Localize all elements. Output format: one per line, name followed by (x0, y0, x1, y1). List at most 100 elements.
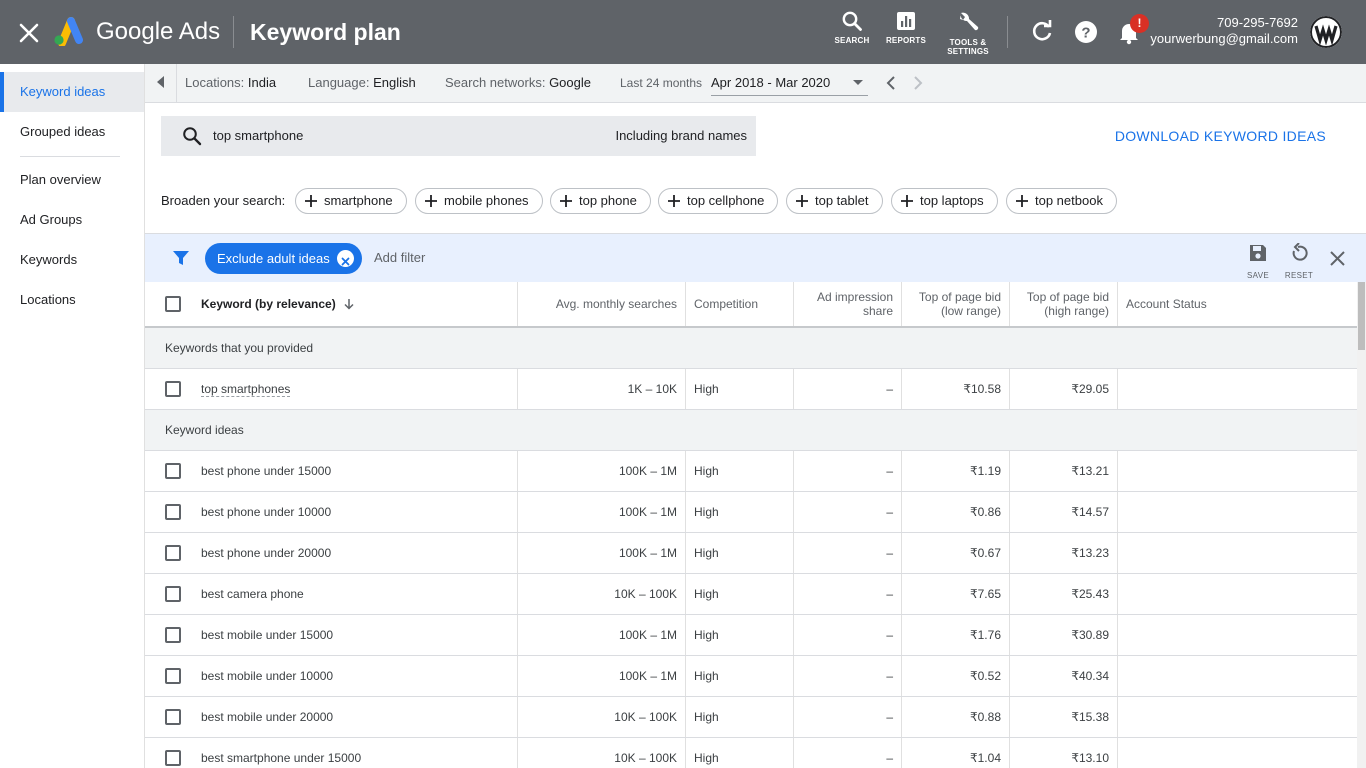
table-row[interactable]: best phone under 15000 100K – 1M High – ₹1.1… (145, 451, 1357, 492)
left-navigation: Keyword ideas Grouped ideas Plan overvie… (0, 64, 145, 768)
download-keyword-ideas-button[interactable]: DOWNLOAD KEYWORD IDEAS (1115, 128, 1326, 144)
cell-impression-share-text: – (886, 669, 893, 683)
header-bid-high[interactable]: Top of page bid (high range) (1010, 282, 1118, 326)
sidebar-item-locations[interactable]: Locations (0, 280, 144, 320)
cell-impression-share: – (794, 533, 902, 573)
broaden-chip[interactable]: top laptops (891, 188, 998, 214)
help-icon[interactable]: ? (1072, 18, 1100, 46)
cell-bid-high: ₹13.21 (1010, 451, 1118, 491)
collapse-sidebar-button[interactable] (145, 64, 177, 102)
language-value: English (373, 75, 416, 90)
cell-account-status (1118, 533, 1357, 573)
refresh-icon[interactable] (1028, 18, 1056, 46)
cell-searches-text: 10K – 100K (614, 751, 677, 765)
search-card: top smartphone Including brand names DOW… (145, 103, 1366, 234)
cell-keyword: best phone under 15000 (145, 451, 518, 491)
cell-keyword-text: best smartphone under 15000 (201, 751, 362, 765)
broaden-chip[interactable]: top tablet (786, 188, 883, 214)
header-searches[interactable]: Avg. monthly searches (518, 282, 686, 326)
previous-period-icon[interactable] (884, 75, 898, 91)
cell-account-status (1118, 738, 1357, 768)
cell-keyword-text: best mobile under 10000 (201, 669, 334, 683)
cell-account-status (1118, 492, 1357, 532)
table-row[interactable]: best mobile under 20000 10K – 100K High – ₹0… (145, 697, 1357, 738)
account-info[interactable]: 709-295-7692 yourwerbung@gmail.com (1150, 15, 1298, 47)
broaden-chip[interactable]: top netbook (1006, 188, 1117, 214)
search-networks-selector[interactable]: Search networks: Google (445, 75, 591, 90)
next-period-icon[interactable] (911, 75, 925, 91)
table-row[interactable]: best smartphone under 15000 10K – 100K Hig… (145, 738, 1357, 768)
cell-impression-share: – (794, 369, 902, 409)
avatar[interactable] (1310, 16, 1342, 48)
cell-account-status (1118, 369, 1357, 409)
cell-competition: High (686, 697, 794, 737)
date-range-dropdown[interactable]: Apr 2018 - Mar 2020 (711, 72, 868, 96)
reports-icon (897, 12, 915, 30)
cell-impression-share: – (794, 738, 902, 768)
sidebar-item-plan-overview[interactable]: Plan overview (0, 160, 144, 200)
top-app-bar: Google Ads Keyword plan SEARCH REPORTS T… (0, 0, 1366, 64)
cell-bid-low-text: ₹0.67 (970, 546, 1001, 560)
table-row[interactable]: best phone under 10000 100K – 1M High – ₹0.8… (145, 492, 1357, 533)
broaden-chip[interactable]: mobile phones (415, 188, 543, 214)
remove-filter-button[interactable] (337, 250, 354, 267)
cell-searches-text: 1K – 10K (627, 382, 677, 396)
svg-text:?: ? (1081, 25, 1090, 42)
close-icon[interactable] (18, 20, 40, 44)
exclude-adult-ideas-chip[interactable]: Exclude adult ideas (205, 243, 362, 274)
cell-bid-low: ₹10.58 (902, 369, 1010, 409)
sidebar-item-ad-groups[interactable]: Ad Groups (0, 200, 144, 240)
search-query: top smartphone (213, 128, 304, 143)
broaden-chip[interactable]: top phone (550, 188, 651, 214)
filter-funnel-icon[interactable] (173, 250, 189, 266)
sidebar-item-keyword-ideas[interactable]: Keyword ideas (0, 72, 144, 112)
cell-impression-share: – (794, 451, 902, 491)
search-tool-button[interactable]: SEARCH (832, 10, 872, 45)
divider (233, 16, 234, 48)
header-keyword[interactable]: Keyword (by relevance) (145, 282, 518, 326)
table-row[interactable]: top smartphones 1K – 10K High – ₹10.58 ₹29.05 (145, 369, 1357, 410)
header-competition[interactable]: Competition (686, 282, 794, 326)
broaden-chip[interactable]: top cellphone (658, 188, 779, 214)
header-impression-share[interactable]: Ad impression share (794, 282, 902, 326)
cell-bid-high: ₹30.89 (1010, 615, 1118, 655)
reset-button[interactable]: RESET (1284, 242, 1314, 280)
add-filter-button[interactable]: Add filter (374, 250, 425, 265)
cell-keyword-text[interactable]: top smartphones (201, 382, 291, 397)
table-row[interactable]: best camera phone 10K – 100K High – ₹7.65 ₹25… (145, 574, 1357, 615)
reset-icon (1292, 242, 1308, 261)
language-selector[interactable]: Language: English (308, 75, 416, 90)
select-all-checkbox[interactable] (165, 296, 181, 312)
keyword-search-input[interactable]: top smartphone Including brand names (161, 116, 756, 156)
cell-bid-low: ₹0.88 (902, 697, 1010, 737)
sidebar-item-grouped-ideas[interactable]: Grouped ideas (0, 112, 144, 152)
cell-bid-high: ₹29.05 (1010, 369, 1118, 409)
tools-settings-button[interactable]: TOOLS & SETTINGS (942, 10, 994, 56)
keyword-ideas-table: Keyword (by relevance) Avg. monthly sear… (145, 282, 1357, 768)
table-row[interactable]: best phone under 20000 100K – 1M High – ₹0.6… (145, 533, 1357, 574)
cell-bid-high: ₹40.34 (1010, 656, 1118, 696)
locations-value: India (247, 75, 277, 90)
cell-competition-text: High (694, 669, 719, 683)
header-account-status[interactable]: Account Status (1118, 282, 1357, 326)
cell-account-status (1118, 615, 1357, 655)
cell-searches: 100K – 1M (518, 656, 686, 696)
header-bid-low[interactable]: Top of page bid (low range) (902, 282, 1010, 326)
cell-searches-text: 100K – 1M (618, 546, 677, 560)
cell-keyword: best mobile under 15000 (145, 615, 518, 655)
save-label: SAVE (1247, 271, 1269, 280)
scrollbar-thumb[interactable] (1358, 282, 1365, 350)
scrollbar-track[interactable] (1357, 282, 1366, 768)
broaden-chip[interactable]: smartphone (295, 188, 407, 214)
cell-competition-text: High (694, 505, 719, 519)
locations-selector[interactable]: Locations: India (185, 75, 276, 90)
close-filter-bar-icon[interactable] (1330, 251, 1345, 266)
reports-tool-button[interactable]: REPORTS (883, 10, 929, 45)
table-row[interactable]: best mobile under 10000 100K – 1M High – ₹0.… (145, 656, 1357, 697)
cell-bid-high: ₹13.10 (1010, 738, 1118, 768)
period-label: Last 24 months (620, 76, 703, 90)
save-button[interactable]: SAVE (1245, 243, 1271, 280)
cell-keyword: best phone under 10000 (145, 492, 518, 532)
table-row[interactable]: best mobile under 15000 100K – 1M High – ₹1.… (145, 615, 1357, 656)
sidebar-item-keywords[interactable]: Keywords (0, 240, 144, 280)
